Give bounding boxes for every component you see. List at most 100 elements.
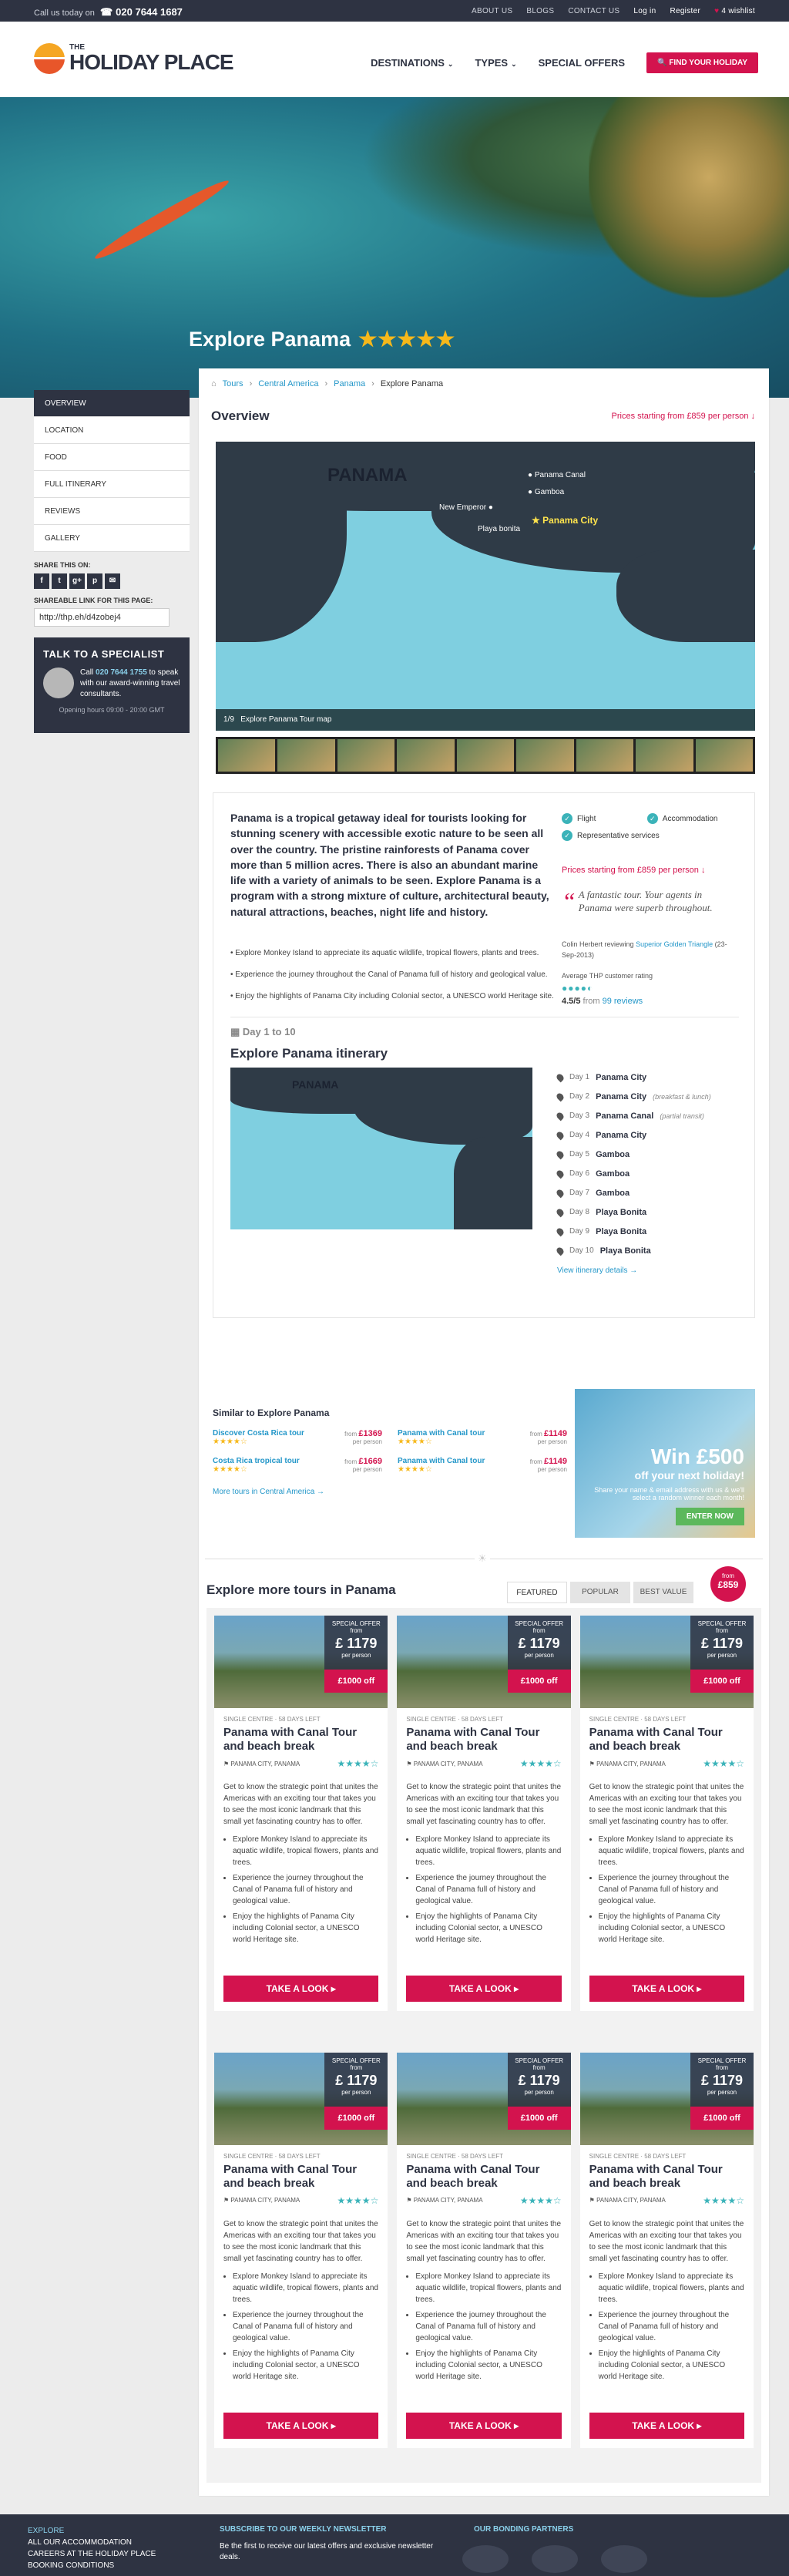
similar-name[interactable]: Panama with Canal tour [398, 1429, 485, 1438]
home-icon[interactable]: ⌂ [211, 379, 217, 388]
map-pin[interactable]: New Emperor ● [439, 503, 493, 512]
nav-special-offers[interactable]: SPECIAL OFFERS [539, 57, 625, 69]
similar-name[interactable]: Panama with Canal tour [398, 1457, 485, 1465]
pinterest-icon[interactable]: p [87, 573, 102, 589]
nav-types[interactable]: TYPES ⌄ [475, 57, 516, 69]
thumbnail[interactable] [277, 739, 335, 772]
tour-image[interactable]: SPECIAL OFFER from £ 1179 per person £1000 … [397, 2052, 571, 2145]
sidebar-item-reviews[interactable]: REVIEWS [34, 498, 190, 525]
itinerary-day[interactable]: Day 3 Panama Canal (partial transit) [555, 1106, 742, 1125]
tour-image[interactable]: SPECIAL OFFER from £ 1179 per person £1000 … [214, 1616, 388, 1708]
facebook-icon[interactable]: f [34, 573, 49, 589]
price-from-2[interactable]: Prices starting from £859 per person ↓ [562, 866, 705, 875]
review-tour-link[interactable]: Superior Golden Triangle [636, 940, 713, 948]
breadcrumb-tours[interactable]: Tours [223, 379, 243, 388]
register-link[interactable]: Register [670, 7, 700, 15]
map-pin[interactable]: ● Panama Canal [528, 471, 586, 479]
map-pin[interactable]: ★ Panama City [532, 515, 598, 526]
similar-name[interactable]: Discover Costa Rica tour [213, 1429, 304, 1438]
phone-number[interactable]: 020 7644 1687 [116, 6, 183, 18]
tour-meta: SINGLE CENTRE · 58 DAYS LEFT [589, 2152, 687, 2160]
footer-link[interactable]: BOOKING CONDITIONS [28, 2560, 156, 2571]
tour-title[interactable]: Panama with Canal Tour and beach break [580, 1723, 754, 1754]
sidebar-item-overview[interactable]: OVERVIEW [34, 390, 190, 417]
tour-image[interactable]: SPECIAL OFFER from £ 1179 per person £1000 … [579, 1616, 754, 1708]
itinerary-map[interactable]: PANAMA [230, 1068, 532, 1229]
map-pin[interactable]: Playa bonita [478, 525, 520, 533]
twitter-icon[interactable]: t [52, 573, 67, 589]
specialist-phone[interactable]: 020 7644 1755 [96, 668, 147, 677]
thumbnail[interactable] [695, 739, 753, 772]
similar-item[interactable]: Panama with Canal tour ★★★★☆ from £1149 per… [398, 1457, 567, 1474]
itinerary-day[interactable]: Day 1 Panama City [555, 1068, 742, 1087]
wishlist-link[interactable]: ♥ 4 wishlist [714, 7, 755, 15]
more-tours-link[interactable]: More tours in Central America → [213, 1488, 567, 1496]
itinerary-day[interactable]: Day 10 Playa Bonita [555, 1241, 742, 1260]
itinerary-day[interactable]: Day 6 Gamboa [555, 1164, 742, 1183]
thumbnail[interactable] [397, 739, 455, 772]
sidebar-item-itinerary[interactable]: FULL ITINERARY [34, 471, 190, 498]
tab-featured[interactable]: FEATURED [507, 1582, 567, 1603]
enter-now-button[interactable]: ENTER NOW [675, 1508, 744, 1525]
login-link[interactable]: Log in [633, 7, 656, 15]
tour-title[interactable]: Panama with Canal Tour and beach break [580, 2160, 754, 2191]
take-a-look-button[interactable]: TAKE A LOOK ▸ [406, 2412, 562, 2439]
tour-grid: SPECIAL OFFER from £ 1179 per person £1000 … [206, 1608, 761, 2483]
breadcrumb-panama[interactable]: Panama [334, 379, 365, 388]
footer-link[interactable]: ALL OUR ACCOMMODATION [28, 2537, 156, 2548]
shareable-link-field[interactable]: http://thp.eh/d4zobej4 [34, 608, 170, 627]
tab-popular[interactable]: POPULAR [570, 1582, 630, 1603]
blogs-link[interactable]: BLOGS [526, 7, 554, 15]
similar-item[interactable]: Panama with Canal tour ★★★★☆ from £1149 per… [398, 1429, 567, 1446]
thumbnail[interactable] [456, 739, 515, 772]
google-plus-icon[interactable]: g+ [69, 573, 85, 589]
thumbnail[interactable] [636, 739, 693, 772]
tour-title[interactable]: Panama with Canal Tour and beach break [214, 1723, 388, 1754]
breadcrumb: ⌂ Tours › Central America › Panama › Explor… [211, 379, 444, 388]
thumbnail[interactable] [516, 739, 574, 772]
take-a-look-button[interactable]: TAKE A LOOK ▸ [589, 1976, 744, 2002]
thumbnail[interactable] [337, 739, 395, 772]
find-holiday-button[interactable]: 🔍 FIND YOUR HOLIDAY [646, 52, 758, 73]
similar-item[interactable]: Costa Rica tropical tour ★★★★☆ from £1669 p… [213, 1457, 382, 1474]
tour-title[interactable]: Panama with Canal Tour and beach break [397, 2160, 570, 2191]
map-pin[interactable]: ● Gamboa [528, 488, 564, 496]
tour-image[interactable]: SPECIAL OFFER from £ 1179 per person £1000 … [214, 2052, 388, 2145]
footer-link[interactable]: CAREERS AT THE HOLIDAY PLACE [28, 2548, 156, 2560]
thumbnail[interactable] [218, 739, 276, 772]
itinerary-day[interactable]: Day 5 Gamboa [555, 1145, 742, 1164]
itinerary-day[interactable]: Day 8 Playa Bonita [555, 1202, 742, 1222]
tour-title[interactable]: Panama with Canal Tour and beach break [214, 2160, 388, 2191]
itinerary-day[interactable]: Day 2 Panama City (breakfast & lunch) [555, 1087, 742, 1106]
contact-link[interactable]: CONTACT US [568, 7, 619, 15]
itinerary-day[interactable]: Day 9 Playa Bonita [555, 1222, 742, 1241]
sidebar-item-gallery[interactable]: GALLERY [34, 525, 190, 552]
itinerary-day[interactable]: Day 7 Gamboa [555, 1183, 742, 1202]
take-a-look-button[interactable]: TAKE A LOOK ▸ [223, 1976, 379, 2002]
wishlist-label: 4 wishlist [721, 7, 755, 15]
tour-bullet: Experience the journey throughout the Ca… [233, 1872, 378, 1907]
similar-name[interactable]: Costa Rica tropical tour [213, 1457, 300, 1465]
thumbnail[interactable] [576, 739, 634, 772]
take-a-look-button[interactable]: TAKE A LOOK ▸ [223, 2412, 379, 2439]
tab-best-value[interactable]: BEST VALUE [633, 1582, 693, 1603]
nav-destinations[interactable]: DESTINATIONS ⌄ [371, 57, 453, 69]
take-a-look-button[interactable]: TAKE A LOOK ▸ [589, 2412, 744, 2439]
tour-image[interactable]: SPECIAL OFFER from £ 1179 per person £1000 … [397, 1616, 571, 1708]
breadcrumb-central-america[interactable]: Central America [258, 379, 318, 388]
reviews-link[interactable]: 99 reviews [603, 997, 643, 1006]
tour-title[interactable]: Panama with Canal Tour and beach break [397, 1723, 570, 1754]
price-from[interactable]: Prices starting from £859 per person ↓ [612, 412, 755, 421]
similar-item[interactable]: Discover Costa Rica tour ★★★★☆ from £1369 p… [213, 1429, 382, 1446]
explore-title: Explore more tours in Panama [206, 1582, 396, 1597]
email-icon[interactable]: ✉ [105, 573, 120, 589]
logo[interactable]: THE HOLIDAY PLACE [34, 43, 234, 74]
itinerary-details-link[interactable]: View itinerary details → [557, 1266, 742, 1275]
tour-map[interactable]: PANAMA ● Panama Canal ● Gamboa New Emper… [216, 442, 755, 731]
sidebar-item-location[interactable]: LOCATION [34, 417, 190, 444]
about-link[interactable]: ABOUT US [472, 7, 512, 15]
itinerary-day[interactable]: Day 4 Panama City [555, 1125, 742, 1145]
sidebar-item-food[interactable]: FOOD [34, 444, 190, 471]
tour-image[interactable]: SPECIAL OFFER from £ 1179 per person £1000 … [579, 2052, 754, 2145]
take-a-look-button[interactable]: TAKE A LOOK ▸ [406, 1976, 562, 2002]
